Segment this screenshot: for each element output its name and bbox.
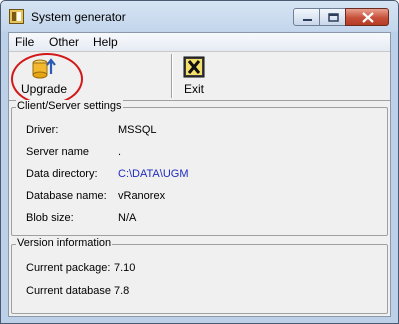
client-area: File Other Help Upgrade Exit Client/Serv… — [8, 32, 391, 317]
client-server-settings-group: Client/Server settings Driver: MSSQL Ser… — [11, 100, 388, 236]
blob-size-label: Blob size: — [26, 212, 74, 224]
exit-button[interactable]: Exit — [177, 52, 211, 100]
toolbar-separator — [171, 54, 173, 98]
minimize-icon — [303, 19, 312, 21]
title-bar[interactable]: System generator — [1, 1, 398, 32]
exit-icon — [183, 56, 205, 78]
server-name-label: Server name — [26, 146, 89, 158]
current-database-label: Current database — [26, 285, 111, 297]
database-name-value: vRanorex — [118, 190, 166, 202]
data-directory-label: Data directory: — [26, 168, 98, 180]
window-title: System generator — [31, 10, 126, 24]
version-information-group: Version information Current package: 7.1… — [11, 237, 388, 314]
driver-label: Driver: — [26, 124, 59, 136]
highlight-ring-annotation — [11, 53, 83, 105]
menu-other[interactable]: Other — [49, 35, 79, 49]
close-icon — [362, 12, 374, 23]
blob-size-value: N/A — [118, 212, 137, 224]
database-name-label: Database name: — [26, 190, 107, 202]
menu-bar: File Other Help — [9, 33, 390, 51]
menu-help[interactable]: Help — [93, 35, 118, 49]
version-information-title: Version information — [16, 237, 113, 249]
menu-file[interactable]: File — [15, 35, 34, 49]
maximize-icon — [328, 13, 339, 22]
minimize-button[interactable] — [293, 8, 320, 26]
server-name-value: . — [118, 146, 122, 158]
app-window: System generator File Other Help Upgrade… — [0, 0, 399, 324]
current-package-label: Current package: — [26, 262, 111, 274]
driver-value: MSSQL — [118, 124, 157, 136]
current-package-value: 7.10 — [114, 262, 136, 274]
maximize-button[interactable] — [319, 8, 346, 26]
client-server-settings-title: Client/Server settings — [16, 100, 123, 112]
close-button[interactable] — [345, 8, 389, 26]
toolbar: Upgrade Exit — [9, 51, 390, 105]
exit-label: Exit — [183, 82, 204, 96]
data-directory-value: C:\DATA\UGM — [118, 168, 189, 180]
current-database-value: 7.8 — [114, 285, 130, 297]
app-icon — [9, 9, 24, 24]
